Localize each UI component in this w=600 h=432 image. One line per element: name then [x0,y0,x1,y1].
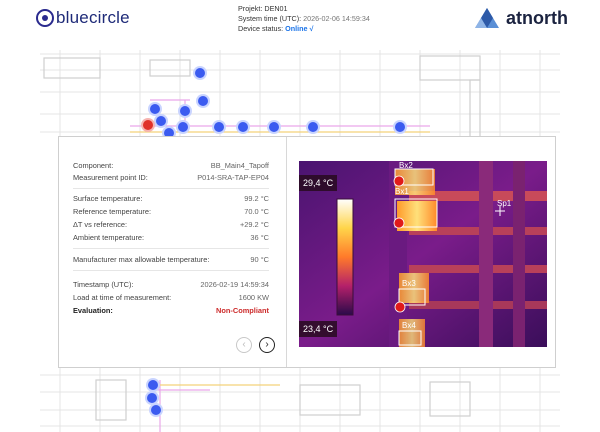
detail-value: 70.0 °C [244,207,269,216]
measurement-point-marker[interactable] [148,380,158,390]
measurement-point-marker[interactable] [308,122,318,132]
next-button[interactable]: › [259,337,275,353]
project-info: Projekt: DEN01 System time (UTC): 2026-0… [238,4,370,34]
detail-label: Reference temperature: [73,207,152,216]
popup-divider [286,137,287,367]
bluecircle-logo: bluecircle [36,8,130,28]
detail-label: Component: [73,161,114,170]
evaluation-row: Evaluation: Non-Compliant [73,306,269,315]
thermal-box-label: Bx1 [395,187,409,196]
bluecircle-logo-icon [36,9,54,27]
measurement-point-marker[interactable] [214,122,224,132]
atnorth-brand-text: atnorth [506,7,568,28]
measurement-point-marker[interactable] [151,405,161,415]
load-row: Load at time of measurement: 1600 KW [73,293,269,302]
app-header: bluecircle Projekt: DEN01 System time (U… [0,0,600,40]
details-separator [73,248,269,249]
timestamp-row: Timestamp (UTC): 2026-02-19 14:59:34 [73,280,269,289]
detail-value: 99.2 °C [244,194,269,203]
delta-t-row: ΔT vs reference: +29.2 °C [73,220,269,229]
detail-value: BB_Main4_Tapoff [210,161,269,170]
min-temperature-label: 23,4 °C [299,321,338,337]
project-label: Projekt: [238,4,263,13]
detail-value: 2026-02-19 14:59:34 [200,280,269,289]
surface-temperature-row: Surface temperature: 99.2 °C [73,194,269,203]
max-allowable-row: Manufacturer max allowable temperature: 9… [73,255,269,264]
max-temperature-label: 29,4 °C [299,175,338,191]
measurement-popup: Component: BB_Main4_Tapoff Measurement po… [58,136,556,368]
measurement-point-marker[interactable] [269,122,279,132]
detail-label: Load at time of measurement: [73,293,172,302]
detail-value: 1600 KW [238,293,269,302]
detail-label: Surface temperature: [73,194,143,203]
measurement-point-row: Measurement point ID: P014-SRA-TAP-EP04 [73,173,269,182]
details-separator [73,270,269,271]
device-status-label: Device status: [238,24,284,33]
measurement-point-marker[interactable] [198,96,208,106]
atnorth-logo: atnorth [474,7,568,29]
measurement-point-marker-selected[interactable] [143,120,153,130]
detail-label: Timestamp (UTC): [73,280,134,289]
detail-value: +29.2 °C [239,220,269,229]
atnorth-logo-icon [475,8,499,28]
system-time-label: System time (UTC): [238,14,302,23]
system-time-value: 2026-02-06 14:59:34 [303,14,370,23]
previous-button[interactable]: ‹ [236,337,252,353]
detail-value: 36 °C [250,233,269,242]
reference-temperature-row: Reference temperature: 70.0 °C [73,207,269,216]
chevron-right-icon: › [265,339,269,350]
measurement-point-marker[interactable] [238,122,248,132]
device-status-value: Online √ [285,24,314,33]
detail-label: Evaluation: [73,306,113,315]
project-value: DEN01 [264,4,288,13]
measurement-point-marker[interactable] [395,122,405,132]
detail-value: P014-SRA-TAP-EP04 [197,173,269,182]
bluecircle-brand-text: bluecircle [56,8,130,27]
measurement-point-marker[interactable] [150,104,160,114]
evaluation-status: Non-Compliant [216,306,269,315]
chevron-left-icon: ‹ [242,339,246,350]
thermal-box-label: Bx3 [402,279,416,288]
details-separator [73,188,269,189]
measurement-point-marker[interactable] [178,122,188,132]
detail-label: Manufacturer max allowable temperature: [73,255,210,264]
detail-label: Measurement point ID: [73,173,148,182]
measurement-point-marker[interactable] [147,393,157,403]
detail-value: 90 °C [250,255,269,264]
measurement-point-marker[interactable] [195,68,205,78]
thermal-box-label: Bx2 [399,161,413,170]
measurement-point-marker[interactable] [180,106,190,116]
component-row: Component: BB_Main4_Tapoff [73,161,269,170]
measurement-point-marker[interactable] [156,116,166,126]
thermal-box-label: Bx4 [402,321,416,330]
detail-label: ΔT vs reference: [73,220,128,229]
detail-label: Ambient temperature: [73,233,145,242]
thermal-image: 29,4 °C 23,4 °C Bx2 Bx1 Sp1 Bx3 Bx4 [299,161,547,347]
thermal-spot-label: Sp1 [497,199,512,208]
ambient-temperature-row: Ambient temperature: 36 °C [73,233,269,242]
